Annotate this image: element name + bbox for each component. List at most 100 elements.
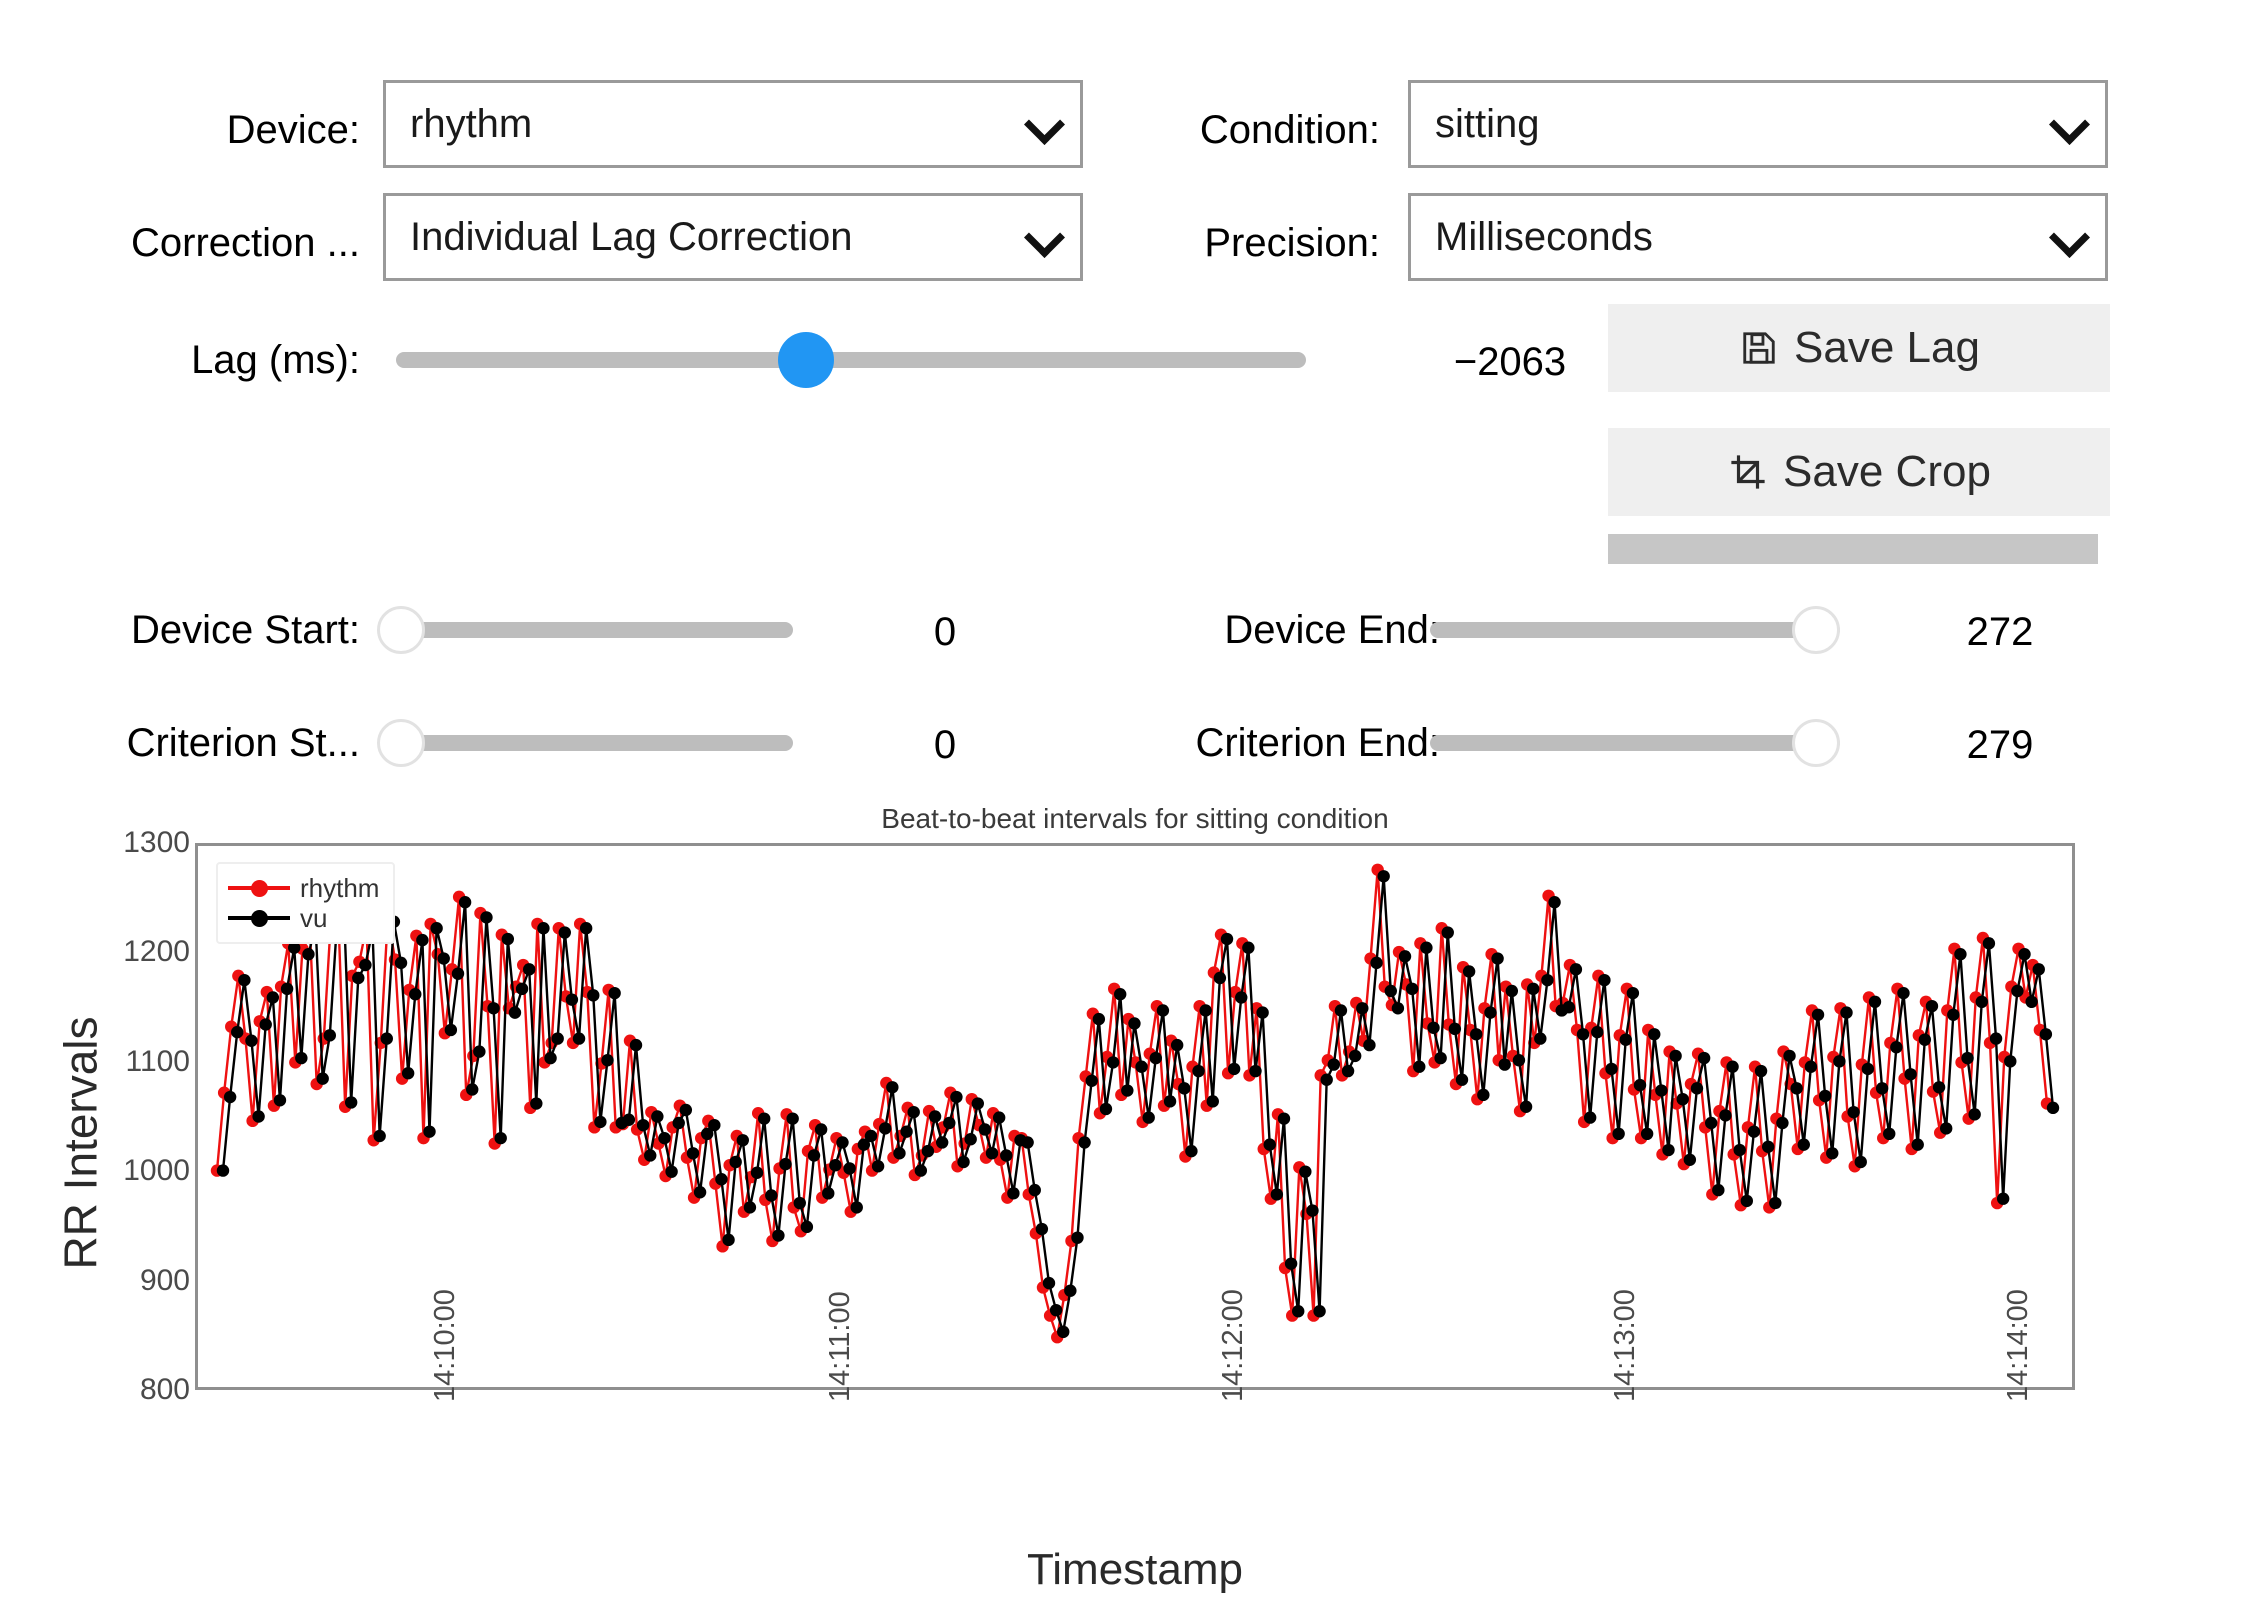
criterion-end-slider[interactable] (1430, 719, 1840, 767)
y-tick-label: 1000 (123, 1154, 190, 1188)
device-start-slider[interactable] (377, 606, 793, 654)
data-point (1391, 1002, 1405, 1015)
data-point (736, 1134, 750, 1147)
data-point (1206, 1095, 1219, 1108)
criterion-end-slider-knob[interactable] (1792, 719, 1840, 767)
y-axis-label: RR Intervals (54, 1016, 107, 1270)
data-point (2032, 963, 2045, 976)
control-panel: Device: rhythm Condition: sitting Correc… (0, 0, 2248, 800)
correction-label: Correction ... (131, 221, 360, 265)
data-point (907, 1105, 920, 1119)
data-point (1761, 1140, 1775, 1153)
precision-select[interactable]: Milliseconds (1408, 193, 2108, 281)
data-point (1669, 1049, 1682, 1063)
data-point (1826, 1147, 1839, 1160)
data-point (1975, 995, 1988, 1009)
lag-value: −2063 (1453, 340, 1567, 384)
legend-item: rhythm (228, 873, 379, 903)
y-tick-label: 900 (139, 1263, 190, 1297)
save-lag-button[interactable]: Save Lag (1608, 304, 2110, 392)
criterion-start-slider[interactable] (377, 719, 793, 767)
data-point (971, 1097, 984, 1110)
data-point (259, 1018, 272, 1031)
data-point (743, 1201, 757, 1214)
data-point (1170, 1038, 1184, 1052)
condition-select-value: sitting (1435, 101, 1540, 146)
data-point (1448, 1022, 1462, 1036)
data-point (2011, 984, 2024, 998)
data-point (1277, 1112, 1291, 1125)
correction-select-value: Individual Lag Correction (410, 214, 853, 259)
criterion-start-slider-knob[interactable] (377, 719, 425, 767)
data-point (786, 1112, 799, 1125)
data-point (1256, 1006, 1269, 1019)
data-point (871, 1160, 885, 1173)
data-point (1470, 1028, 1483, 1041)
data-point (1185, 1144, 1198, 1158)
data-point (1740, 1194, 1754, 1208)
data-point (822, 1187, 835, 1200)
data-point (401, 1067, 415, 1080)
data-point (1455, 1073, 1469, 1086)
data-point (1626, 986, 1640, 1000)
data-point (1576, 1028, 1590, 1041)
data-point (665, 1165, 678, 1178)
data-point (1313, 1305, 1326, 1318)
data-point (587, 989, 600, 1002)
correction-select[interactable]: Individual Lag Correction (383, 193, 1083, 281)
data-point (686, 1147, 700, 1160)
data-point (1633, 1078, 1647, 1092)
data-point (985, 1147, 999, 1160)
data-point (1420, 941, 1433, 954)
data-point (964, 1133, 977, 1146)
data-point (522, 963, 536, 976)
data-point (1199, 1004, 1212, 1017)
data-point (416, 933, 429, 947)
data-point (444, 1023, 458, 1037)
data-point (1498, 1058, 1511, 1071)
data-point (2025, 995, 2038, 1009)
data-point (1790, 1082, 1803, 1095)
x-tick-label: 14:11:00 (823, 1291, 856, 1402)
condition-label: Condition: (1199, 108, 1380, 152)
data-point (1697, 1051, 1711, 1065)
device-end-slider[interactable] (1430, 606, 1840, 654)
data-point (1121, 1084, 1134, 1097)
data-point (843, 1162, 856, 1175)
data-point (1142, 1111, 1155, 1124)
legend-item: vu (228, 903, 379, 933)
data-point (2046, 1101, 2060, 1115)
data-point (1640, 1127, 1654, 1141)
lag-slider-knob[interactable] (778, 332, 834, 388)
device-select[interactable]: rhythm (383, 80, 1083, 168)
save-crop-button[interactable]: Save Crop (1608, 428, 2110, 516)
data-point (409, 988, 422, 1001)
device-start-slider-knob[interactable] (377, 606, 425, 654)
data-point (1968, 1108, 1981, 1121)
data-point (458, 896, 472, 909)
data-point (1818, 1089, 1832, 1103)
data-point (708, 1118, 721, 1132)
data-point (544, 1051, 557, 1065)
data-point (1918, 1033, 1932, 1046)
device-end-slider-knob[interactable] (1792, 606, 1840, 654)
data-point (1619, 1033, 1632, 1046)
data-point (1292, 1305, 1305, 1318)
data-point (1042, 1276, 1056, 1290)
chevron-down-icon (1024, 217, 1064, 257)
condition-select[interactable]: sitting (1408, 80, 2108, 168)
data-point (1939, 1122, 1953, 1135)
data-point (1854, 1155, 1867, 1169)
y-tick-label: 1300 (123, 826, 190, 859)
data-point (879, 1122, 892, 1135)
data-point (1071, 1231, 1084, 1244)
lag-slider[interactable] (396, 332, 1306, 388)
chevron-down-icon (2049, 217, 2089, 257)
save-lag-label: Save Lag (1794, 323, 1980, 372)
data-point (1477, 1088, 1490, 1102)
data-point (1840, 1006, 1853, 1019)
data-point (1534, 1032, 1547, 1045)
data-point (1398, 950, 1412, 963)
data-point (1263, 1138, 1276, 1151)
data-point (1548, 896, 1561, 909)
